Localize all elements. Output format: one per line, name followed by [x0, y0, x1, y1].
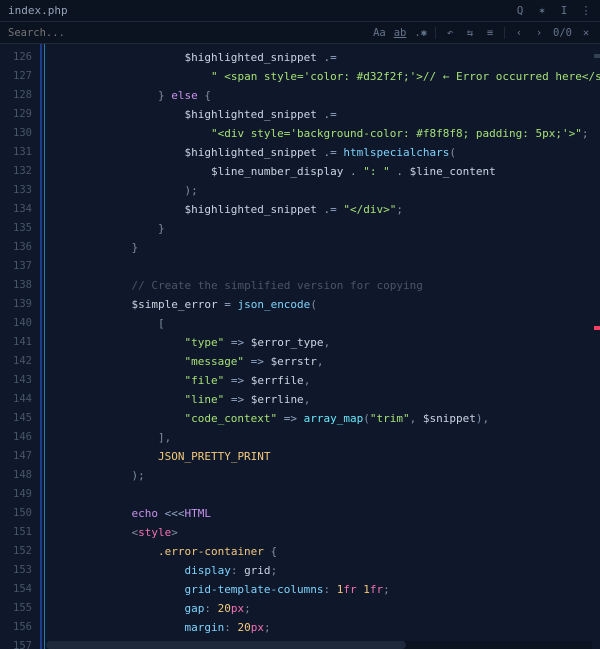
line-number: 150 — [0, 504, 40, 523]
code-line[interactable]: } — [46, 219, 600, 238]
code-line[interactable]: echo <<<HTML — [46, 504, 600, 523]
find-all-icon[interactable]: ≡ — [484, 27, 496, 39]
close-search-icon[interactable]: ✕ — [580, 27, 592, 39]
line-number: 137 — [0, 257, 40, 276]
line-number: 133 — [0, 181, 40, 200]
code-line[interactable]: gap: 20px; — [46, 599, 600, 618]
line-number: 144 — [0, 390, 40, 409]
line-number: 147 — [0, 447, 40, 466]
line-number: 156 — [0, 618, 40, 637]
regex-toggle[interactable]: .✱ — [414, 27, 427, 39]
line-number-gutter: 1261271281291301311321331341351361371381… — [0, 44, 40, 649]
line-number: 130 — [0, 124, 40, 143]
code-line[interactable]: " <span style='color: #d32f2f;'>// ← Err… — [46, 67, 600, 86]
line-number: 146 — [0, 428, 40, 447]
indent-guide-1 — [40, 44, 42, 649]
code-line[interactable]: } — [46, 238, 600, 257]
code-line[interactable]: .error-container { — [46, 542, 600, 561]
find-prev-icon[interactable]: ↶ — [444, 27, 456, 39]
code-line[interactable]: "code_context" => array_map("trim", $sni… — [46, 409, 600, 428]
code-line[interactable]: $highlighted_snippet .= — [46, 48, 600, 67]
code-line[interactable]: ); — [46, 181, 600, 200]
scroll-thumb[interactable] — [46, 641, 406, 649]
whole-word-toggle[interactable]: ab — [394, 27, 407, 39]
code-line[interactable]: // Create the simplified version for cop… — [46, 276, 600, 295]
code-line[interactable]: margin: 20px; — [46, 618, 600, 637]
line-number: 140 — [0, 314, 40, 333]
search-options: Aa ab .✱ ↶ ⇆ ≡ ‹ › 0/0 ✕ — [373, 27, 592, 39]
code-line[interactable]: ); — [46, 466, 600, 485]
search-input[interactable] — [8, 27, 365, 39]
code-line[interactable]: <style> — [46, 523, 600, 542]
code-line[interactable]: display: grid; — [46, 561, 600, 580]
line-number: 131 — [0, 143, 40, 162]
code-line[interactable] — [46, 257, 600, 276]
line-number: 154 — [0, 580, 40, 599]
match-case-toggle[interactable]: Aa — [373, 27, 386, 39]
line-number: 128 — [0, 86, 40, 105]
line-number: 153 — [0, 561, 40, 580]
match-position: 0/0 — [553, 27, 572, 39]
find-next-icon[interactable]: ⇆ — [464, 27, 476, 39]
code-line[interactable]: ], — [46, 428, 600, 447]
line-number: 145 — [0, 409, 40, 428]
code-area[interactable]: $highlighted_snippet .= " <span style='c… — [46, 44, 600, 649]
line-number: 138 — [0, 276, 40, 295]
line-number: 143 — [0, 371, 40, 390]
code-line[interactable]: "file" => $errfile, — [46, 371, 600, 390]
code-line[interactable]: "message" => $errstr, — [46, 352, 600, 371]
minimap-region — [594, 54, 600, 58]
code-line[interactable]: "type" => $error_type, — [46, 333, 600, 352]
tab-filename[interactable]: index.php — [8, 4, 68, 17]
separator — [504, 27, 505, 39]
prev-match-icon[interactable]: ‹ — [513, 27, 525, 39]
tab-action-2-icon[interactable]: ✶ — [536, 5, 548, 17]
code-line[interactable]: grid-template-columns: 1fr 1fr; — [46, 580, 600, 599]
line-number: 141 — [0, 333, 40, 352]
minimap-marker — [594, 326, 600, 330]
tab-action-more-icon[interactable]: ⋮ — [580, 5, 592, 17]
line-number: 132 — [0, 162, 40, 181]
line-number: 134 — [0, 200, 40, 219]
separator — [435, 27, 436, 39]
line-number: 157 — [0, 637, 40, 649]
line-number: 148 — [0, 466, 40, 485]
code-line[interactable]: $simple_error = json_encode( — [46, 295, 600, 314]
minimap[interactable] — [594, 44, 600, 649]
code-line[interactable]: $line_number_display . ": " . $line_cont… — [46, 162, 600, 181]
tab-actions: Q ✶ I ⋮ — [514, 5, 592, 17]
tab-action-1-icon[interactable]: Q — [514, 5, 526, 17]
line-number: 127 — [0, 67, 40, 86]
search-bar: Aa ab .✱ ↶ ⇆ ≡ ‹ › 0/0 ✕ — [0, 22, 600, 44]
line-number: 139 — [0, 295, 40, 314]
tab-bar: index.php Q ✶ I ⋮ — [0, 0, 600, 22]
code-line[interactable]: } else { — [46, 86, 600, 105]
code-line[interactable]: $highlighted_snippet .= — [46, 105, 600, 124]
line-number: 126 — [0, 48, 40, 67]
indent-guide-2 — [44, 44, 45, 649]
line-number: 151 — [0, 523, 40, 542]
horizontal-scrollbar[interactable] — [46, 641, 592, 649]
line-number: 136 — [0, 238, 40, 257]
tab-action-3-icon[interactable]: I — [558, 5, 570, 17]
code-line[interactable]: JSON_PRETTY_PRINT — [46, 447, 600, 466]
line-number: 149 — [0, 485, 40, 504]
next-match-icon[interactable]: › — [533, 27, 545, 39]
line-number: 135 — [0, 219, 40, 238]
line-number: 152 — [0, 542, 40, 561]
code-line[interactable]: [ — [46, 314, 600, 333]
code-line[interactable]: "line" => $errline, — [46, 390, 600, 409]
line-number: 155 — [0, 599, 40, 618]
line-number: 142 — [0, 352, 40, 371]
code-line[interactable]: $highlighted_snippet .= htmlspecialchars… — [46, 143, 600, 162]
editor: 1261271281291301311321331341351361371381… — [0, 44, 600, 649]
code-line[interactable]: "<div style='background-color: #f8f8f8; … — [46, 124, 600, 143]
code-line[interactable]: $highlighted_snippet .= "</div>"; — [46, 200, 600, 219]
code-line[interactable] — [46, 485, 600, 504]
indent-guides — [40, 44, 46, 649]
line-number: 129 — [0, 105, 40, 124]
